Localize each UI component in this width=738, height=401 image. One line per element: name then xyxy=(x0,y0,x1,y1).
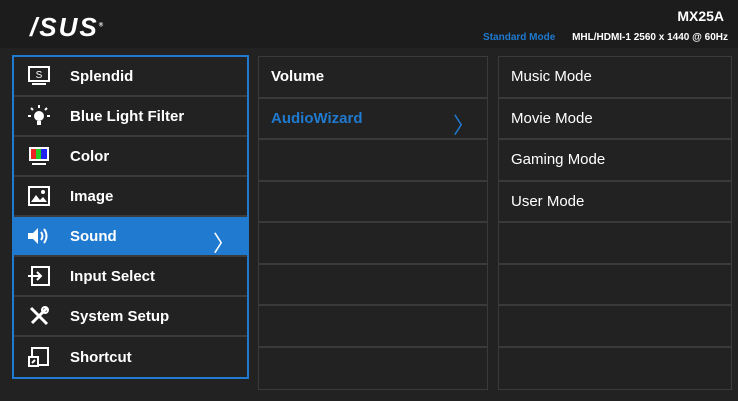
submenu-item-label: Volume xyxy=(271,68,325,86)
option-movie-mode[interactable]: Movie Mode xyxy=(499,99,731,140)
wrench-icon xyxy=(26,303,52,329)
option-user-mode[interactable]: User Mode xyxy=(499,182,731,223)
menu-item-label: System Setup xyxy=(70,307,170,325)
status-line: Standard Mode MHL/HDMI-1 2560 x 1440 @ 6… xyxy=(483,32,728,43)
menu-item-sound[interactable]: Sound 〉 xyxy=(14,217,247,257)
menu-item-label: Shortcut xyxy=(70,348,132,366)
menu-item-label: Blue Light Filter xyxy=(70,107,185,125)
chevron-right-icon: 〉 xyxy=(212,231,235,256)
menu-item-image[interactable]: Image xyxy=(14,177,247,217)
osd-menu: /SUS® MX25A Standard Mode MHL/HDMI-1 256… xyxy=(0,0,738,401)
asus-logo: /SUS® xyxy=(30,12,106,42)
submenu-item-empty xyxy=(259,182,487,223)
current-mode: Standard Mode xyxy=(483,32,556,43)
submenu-item-empty xyxy=(259,348,487,390)
menu-item-label: Sound xyxy=(70,227,117,245)
option-label: User Mode xyxy=(511,192,585,210)
main-menu: S Splendid Blue Light Filter Color Image xyxy=(12,55,249,379)
submenu-item-empty xyxy=(259,223,487,265)
header-bar: /SUS® MX25A Standard Mode MHL/HDMI-1 256… xyxy=(0,0,738,48)
submenu-item-label: AudioWizard xyxy=(271,109,363,127)
svg-text:S: S xyxy=(36,70,43,81)
submenu-item-empty xyxy=(259,265,487,306)
option-music-mode[interactable]: Music Mode xyxy=(499,57,731,99)
option-label: Movie Mode xyxy=(511,109,593,127)
menu-item-input-select[interactable]: Input Select xyxy=(14,257,247,297)
menu-item-label: Image xyxy=(70,187,114,205)
input-icon xyxy=(26,263,52,289)
model-name: MX25A xyxy=(677,8,724,24)
resolution: 2560 x 1440 @ 60Hz xyxy=(633,32,728,43)
option-empty xyxy=(499,306,731,348)
light-bulb-icon xyxy=(26,103,52,129)
submenu-item-audiowizard[interactable]: AudioWizard 〉 xyxy=(259,99,487,140)
speaker-icon xyxy=(26,223,52,249)
submenu-item-empty xyxy=(259,140,487,182)
options-menu: Music Mode Movie Mode Gaming Mode User M… xyxy=(498,56,732,390)
input-source: MHL/HDMI-1 xyxy=(572,32,631,43)
sub-menu: Volume AudioWizard 〉 xyxy=(258,56,488,390)
menu-item-label: Input Select xyxy=(70,267,156,285)
menu-item-label: Splendid xyxy=(70,67,134,85)
option-gaming-mode[interactable]: Gaming Mode xyxy=(499,140,731,182)
option-label: Gaming Mode xyxy=(511,151,606,169)
color-icon xyxy=(26,143,52,169)
option-empty xyxy=(499,223,731,265)
option-empty xyxy=(499,348,731,390)
menu-item-label: Color xyxy=(70,147,110,165)
shortcut-icon xyxy=(26,344,52,370)
option-empty xyxy=(499,265,731,306)
submenu-item-empty xyxy=(259,306,487,348)
option-label: Music Mode xyxy=(511,68,592,86)
menu-item-splendid[interactable]: S Splendid xyxy=(14,57,247,97)
splendid-icon: S xyxy=(26,63,52,89)
menu-item-system-setup[interactable]: System Setup xyxy=(14,297,247,337)
menu-item-blue-light-filter[interactable]: Blue Light Filter xyxy=(14,97,247,137)
chevron-right-icon: 〉 xyxy=(452,112,475,138)
image-icon xyxy=(26,183,52,209)
menu-item-color[interactable]: Color xyxy=(14,137,247,177)
submenu-item-volume[interactable]: Volume xyxy=(259,57,487,99)
menu-item-shortcut[interactable]: Shortcut xyxy=(14,337,247,377)
